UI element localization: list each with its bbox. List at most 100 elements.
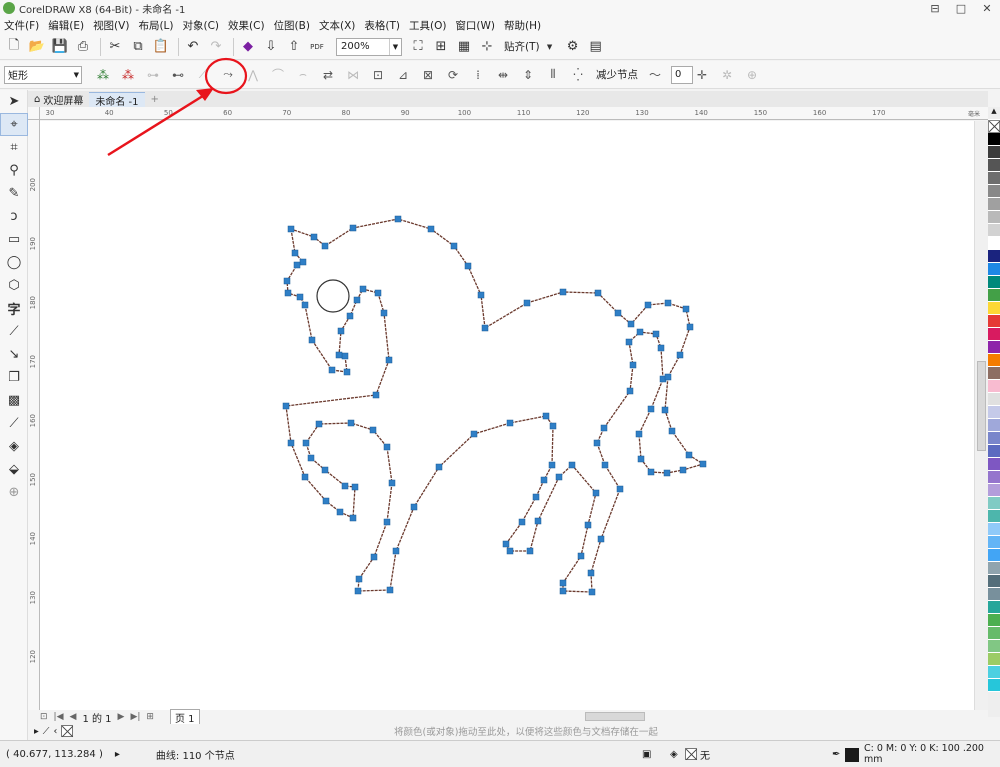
curve-node[interactable] — [679, 466, 687, 474]
curve-node[interactable] — [593, 439, 601, 447]
shape-tool-icon[interactable]: ⌖ — [0, 113, 28, 136]
curve-node[interactable] — [335, 351, 343, 359]
curve-node[interactable] — [614, 309, 622, 317]
curve-node[interactable] — [470, 430, 478, 438]
curve-node[interactable] — [341, 482, 349, 490]
save-icon[interactable]: 💾 — [50, 37, 70, 57]
color-swatch[interactable] — [988, 640, 1000, 653]
color-swatch[interactable] — [988, 315, 1000, 328]
parallel-dimension-tool-icon[interactable]: ⟋ — [0, 320, 28, 343]
color-swatch[interactable] — [988, 601, 1000, 614]
color-swatch[interactable] — [988, 575, 1000, 588]
snap-to-select[interactable]: 贴齐(T) — [504, 39, 540, 54]
color-swatch[interactable] — [988, 497, 1000, 510]
curve-node[interactable] — [555, 473, 563, 481]
transparency-tool-icon[interactable]: ▩ — [0, 389, 28, 412]
close-curve-icon[interactable]: ⊿ — [394, 65, 412, 85]
color-swatch[interactable] — [988, 549, 1000, 562]
color-swatch[interactable] — [988, 224, 1000, 237]
selection-mode-select[interactable]: 矩形 ▼ — [4, 65, 82, 84]
color-swatch[interactable] — [988, 198, 1000, 211]
color-swatch[interactable] — [988, 237, 1000, 250]
document-palette-arrow-icon[interactable]: ▸ — [34, 726, 39, 737]
curve-node[interactable] — [394, 215, 402, 223]
color-swatch[interactable] — [988, 653, 1000, 666]
curve-node[interactable] — [685, 451, 693, 459]
curve-node[interactable] — [559, 579, 567, 587]
color-swatch[interactable] — [988, 510, 1000, 523]
tab-welcome-screen[interactable]: ⌂ 欢迎屏幕 — [28, 92, 89, 107]
color-swatch[interactable] — [988, 380, 1000, 393]
drawing-surface[interactable] — [40, 121, 974, 710]
color-swatch[interactable] — [988, 159, 1000, 172]
curve-node[interactable] — [699, 460, 707, 468]
color-swatch[interactable] — [988, 302, 1000, 315]
curve-node[interactable] — [354, 587, 362, 595]
color-swatch[interactable] — [988, 133, 1000, 146]
color-swatch[interactable] — [988, 406, 1000, 419]
mirror-horizontal-icon[interactable]: ⇹ — [494, 65, 512, 85]
color-swatch[interactable] — [988, 419, 1000, 432]
curve-node[interactable] — [427, 225, 435, 233]
curve-node[interactable] — [540, 476, 548, 484]
make-node-symmetrical-icon[interactable]: ⌢ — [294, 65, 312, 85]
convert-to-line-icon[interactable]: ⟋ — [194, 65, 212, 85]
extend-curve-icon[interactable]: ⋈ — [344, 65, 362, 85]
curve-node[interactable] — [661, 406, 669, 414]
curve-node[interactable] — [548, 461, 556, 469]
print-icon[interactable]: ⎙ — [73, 37, 93, 57]
curve-node[interactable] — [321, 242, 329, 250]
menu-window[interactable]: 窗口(W) — [455, 18, 504, 33]
first-page-icon[interactable]: |◀ — [54, 712, 64, 722]
color-swatch[interactable] — [988, 341, 1000, 354]
menu-effects[interactable]: 效果(C) — [228, 18, 274, 33]
polygon-tool-icon[interactable]: ⬡ — [0, 274, 28, 297]
curve-node[interactable] — [287, 225, 295, 233]
curve-node[interactable] — [542, 412, 550, 420]
curve-node[interactable] — [464, 262, 472, 270]
last-page-icon[interactable]: ▶| — [130, 712, 140, 722]
menu-edit[interactable]: 编辑(E) — [48, 18, 93, 33]
extract-subpath-icon[interactable]: ⊡ — [369, 65, 387, 85]
break-curve-icon[interactable]: ⊷ — [169, 65, 187, 85]
publish-pdf-icon[interactable]: PDF — [307, 37, 327, 57]
curve-node[interactable] — [310, 233, 318, 241]
add-tool-icon[interactable]: ⊕ — [0, 481, 28, 504]
curve-node[interactable] — [346, 312, 354, 320]
curve-node[interactable] — [296, 293, 304, 301]
vertical-scroll-thumb[interactable] — [977, 361, 986, 451]
curve-node[interactable] — [549, 422, 557, 430]
connector-tool-icon[interactable]: ↘ — [0, 343, 28, 366]
curve-node[interactable] — [625, 338, 633, 346]
curve-node[interactable] — [301, 473, 309, 481]
curve-node[interactable] — [664, 373, 672, 381]
color-swatch[interactable] — [988, 276, 1000, 289]
show-rulers-icon[interactable]: ⊞ — [431, 37, 451, 57]
restore-button[interactable]: □ — [948, 0, 974, 16]
curve-node[interactable] — [682, 305, 690, 313]
color-swatch[interactable] — [988, 471, 1000, 484]
horse-outline-path[interactable] — [285, 218, 705, 593]
color-swatch[interactable] — [988, 458, 1000, 471]
curve-node[interactable] — [559, 288, 567, 296]
curve-node[interactable] — [359, 285, 367, 293]
outline-color-swatch[interactable] — [845, 748, 859, 762]
open-icon[interactable]: 📂 — [27, 37, 47, 57]
smoothness-slider-icon[interactable]: ✛ — [693, 65, 711, 85]
status-arrow-icon[interactable]: ▸ — [115, 749, 120, 760]
curve-node[interactable] — [559, 587, 567, 595]
new-document-icon[interactable]: 🗋 — [4, 37, 24, 57]
curve-node[interactable] — [353, 296, 361, 304]
curve-node[interactable] — [282, 402, 290, 410]
add-icon[interactable]: ⊕ — [743, 65, 761, 85]
curve-node[interactable] — [523, 299, 531, 307]
minimize-button[interactable]: ⊟ — [922, 0, 948, 16]
next-page-icon[interactable]: ▶ — [118, 712, 125, 722]
curve-node[interactable] — [568, 461, 576, 469]
palette-scroll-up-icon[interactable]: ▲ — [988, 107, 1000, 120]
artistic-media-tool-icon[interactable]: ↄ — [0, 205, 28, 228]
curve-node[interactable] — [627, 320, 635, 328]
curve-node[interactable] — [597, 535, 605, 543]
curve-node[interactable] — [343, 368, 351, 376]
redo-icon[interactable]: ↷ — [206, 37, 226, 57]
